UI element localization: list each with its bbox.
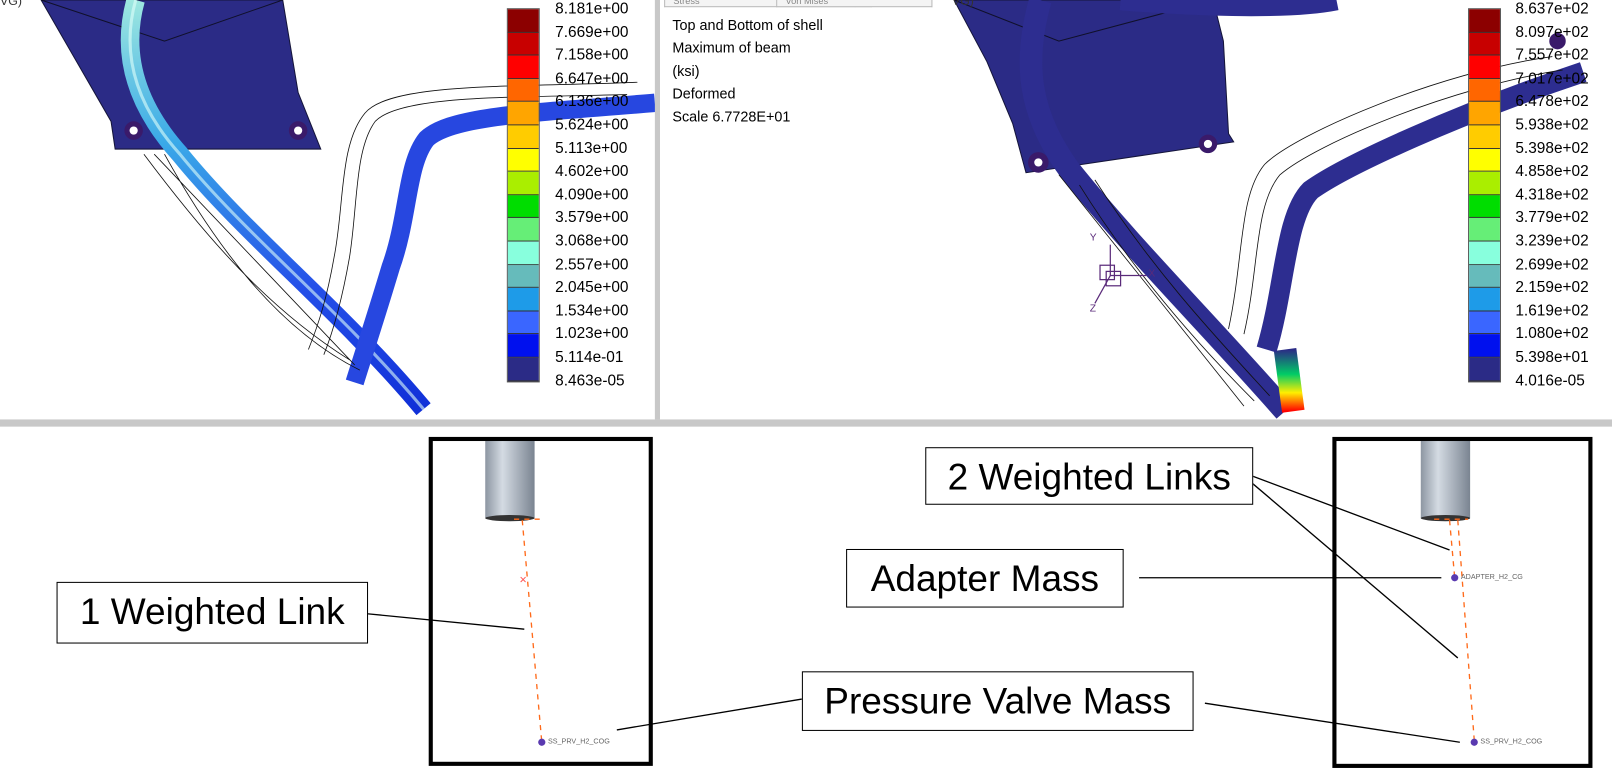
legend-value: 8.097e+02 xyxy=(1515,23,1589,41)
legend-band xyxy=(1469,357,1500,381)
left-color-legend xyxy=(506,8,540,382)
legend-value: 2.045e+00 xyxy=(555,278,629,297)
legend-band xyxy=(1469,102,1500,126)
legend-value: 8.181e+00 xyxy=(555,0,629,18)
legend-band xyxy=(507,264,539,288)
viewport-divider[interactable] xyxy=(654,0,661,420)
triad-y-label: Y xyxy=(1089,232,1097,244)
legend-band xyxy=(507,241,539,265)
header-col-von-mises[interactable]: Von Mises xyxy=(776,0,933,8)
legend-band xyxy=(507,125,539,149)
legend-band xyxy=(1469,287,1500,312)
legend-value: 5.398e+01 xyxy=(1515,348,1589,366)
legend-value: 1.023e+00 xyxy=(555,325,629,343)
legend-value: 7.017e+02 xyxy=(1515,69,1589,88)
callout-two-weighted-links: 2 Weighted Links xyxy=(925,447,1254,505)
legend-band xyxy=(507,311,539,335)
right-corner-text: VG) xyxy=(951,0,974,9)
legend-band xyxy=(507,334,539,358)
legend-band xyxy=(507,287,539,312)
legend-band xyxy=(1469,9,1500,33)
triad-z-label: Z xyxy=(1089,303,1097,315)
legend-value: 3.779e+02 xyxy=(1515,209,1589,227)
legend-band xyxy=(1469,148,1500,172)
legend-band xyxy=(507,218,539,242)
right-detail-frame xyxy=(1332,436,1593,768)
legend-value: 5.113e+00 xyxy=(555,139,628,157)
legend-band xyxy=(507,32,539,56)
info-line: Scale 6.7728E+01 xyxy=(672,108,791,125)
legend-value: 8.463e-05 xyxy=(555,371,625,390)
legend-value: 5.114e-01 xyxy=(555,348,624,366)
legend-band xyxy=(507,195,539,219)
legend-value: 7.557e+02 xyxy=(1515,46,1589,64)
callout-pressure-valve-mass: Pressure Valve Mass xyxy=(801,671,1194,731)
legend-value: 1.619e+02 xyxy=(1515,302,1589,320)
legend-value: 8.637e+02 xyxy=(1515,0,1589,18)
legend-band xyxy=(1469,78,1500,103)
legend-band xyxy=(1469,264,1500,288)
info-line: (ksi) xyxy=(672,62,700,79)
legend-value: 7.669e+00 xyxy=(555,23,629,41)
legend-value: 5.624e+00 xyxy=(555,116,629,134)
legend-value: 4.858e+02 xyxy=(1515,162,1589,181)
legend-band xyxy=(1469,334,1500,358)
left-corner-text: VG) xyxy=(0,0,22,9)
legend-band xyxy=(507,9,539,33)
legend-value: 5.398e+02 xyxy=(1515,139,1589,157)
legend-value: 3.068e+00 xyxy=(555,232,629,250)
triad-x-label: X xyxy=(1148,268,1156,280)
legend-value: 4.016e-05 xyxy=(1515,371,1585,390)
left-detail-frame xyxy=(428,436,653,766)
legend-band xyxy=(1469,55,1500,79)
legend-band xyxy=(1469,32,1500,56)
legend-band xyxy=(1469,171,1500,196)
info-line: Maximum of beam xyxy=(672,39,791,56)
info-line: Deformed xyxy=(672,85,736,102)
legend-band xyxy=(1469,218,1500,242)
right-color-legend xyxy=(1468,8,1501,382)
legend-band xyxy=(1469,311,1500,335)
result-info-panel: Top and Bottom of shell Maximum of beam … xyxy=(672,13,822,128)
legend-value: 2.159e+02 xyxy=(1515,278,1589,297)
legend-band xyxy=(507,55,539,79)
legend-band xyxy=(1469,241,1500,265)
callout-adapter-mass: Adapter Mass xyxy=(846,548,1124,608)
callout-one-weighted-link: 1 Weighted Link xyxy=(56,581,369,644)
legend-band xyxy=(507,171,539,196)
legend-value: 4.318e+02 xyxy=(1515,185,1589,204)
legend-value: 1.534e+00 xyxy=(555,302,629,320)
legend-band xyxy=(1469,125,1500,149)
legend-value: 1.080e+02 xyxy=(1515,325,1589,343)
legend-value: 3.579e+00 xyxy=(555,209,629,227)
legend-band xyxy=(507,357,539,381)
legend-band xyxy=(507,78,539,103)
legend-band xyxy=(507,102,539,126)
legend-value: 2.557e+00 xyxy=(555,255,629,274)
horizontal-divider[interactable] xyxy=(0,419,1612,427)
legend-band xyxy=(507,148,539,172)
legend-value: 3.239e+02 xyxy=(1515,232,1589,250)
legend-value: 6.478e+02 xyxy=(1515,92,1589,111)
legend-band xyxy=(1469,195,1500,219)
legend-value: 7.158e+00 xyxy=(555,46,629,64)
info-line: Top and Bottom of shell xyxy=(672,16,823,33)
legend-value: 4.090e+00 xyxy=(555,185,629,204)
legend-value: 6.136e+00 xyxy=(555,92,629,111)
legend-value: 4.602e+00 xyxy=(555,162,629,181)
legend-value: 6.647e+00 xyxy=(555,69,629,88)
legend-value: 5.938e+02 xyxy=(1515,116,1589,134)
legend-value: 2.699e+02 xyxy=(1515,255,1589,274)
